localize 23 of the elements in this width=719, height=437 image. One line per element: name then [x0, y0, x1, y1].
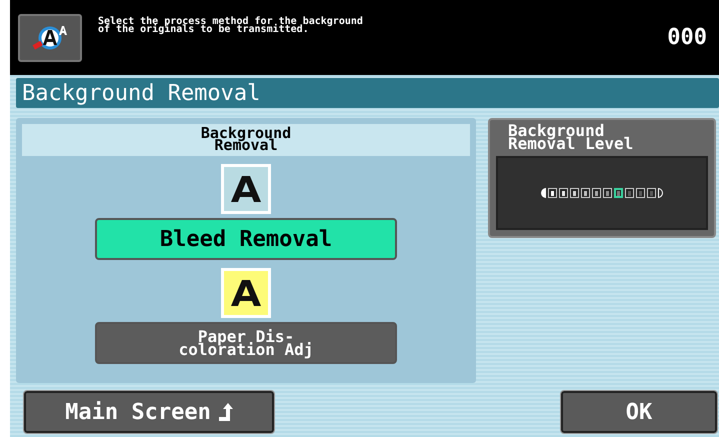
magnifier-icon-button[interactable]: [18, 14, 82, 62]
method-option-button[interactable]: Paper Dis- coloration Adj: [95, 322, 397, 364]
low-end-icon: [541, 188, 546, 198]
level-segment: [603, 188, 612, 198]
ok-button[interactable]: OK: [561, 391, 717, 433]
up-arrow-icon: [218, 403, 233, 421]
method-option-button[interactable]: Bleed Removal: [95, 218, 397, 260]
level-segment: [548, 188, 557, 198]
instruction-message: Select the process method for the background of the originals to be transmitted.: [98, 18, 364, 34]
panel-heading: Background Removal: [22, 124, 470, 156]
level-segment: [581, 188, 590, 198]
main-screen-button[interactable]: Main Screen: [24, 391, 274, 433]
level-segment: [625, 188, 634, 198]
high-end-icon: [658, 188, 663, 198]
level-heading: Background Removal Level: [507, 124, 634, 150]
copy-counter: 000: [667, 25, 707, 50]
screen-title: Background Removal: [16, 78, 719, 108]
level-segment: [559, 188, 568, 198]
level-segment: [647, 188, 656, 198]
level-segment: [570, 188, 579, 198]
level-segment: [592, 188, 601, 198]
level-segment: [636, 188, 645, 198]
level-panel[interactable]: Background Removal Level: [488, 118, 716, 238]
